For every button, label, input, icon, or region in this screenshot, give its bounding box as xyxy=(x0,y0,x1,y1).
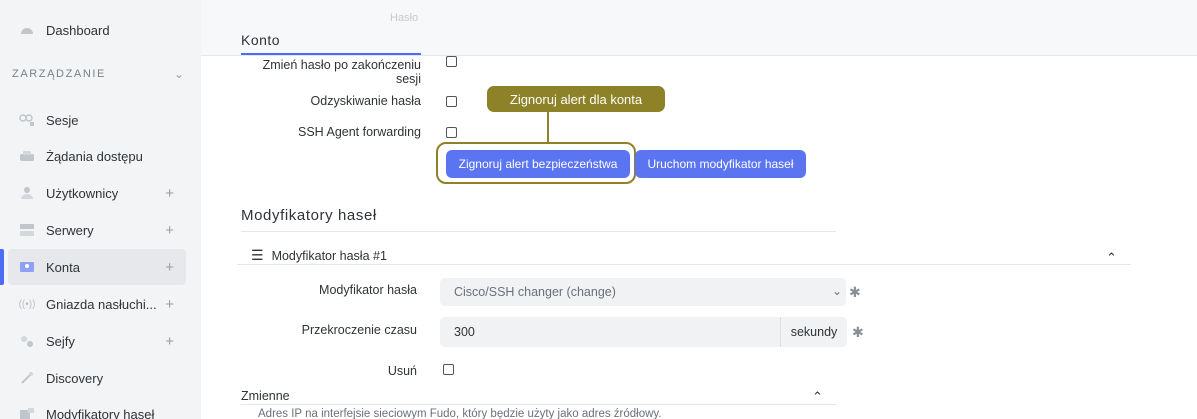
sidebar-item-label: Gniazda nasłuchi... xyxy=(46,296,157,312)
accounts-icon xyxy=(18,258,36,276)
add-icon[interactable]: + xyxy=(165,333,174,350)
sidebar-item-uzytkownicy[interactable]: Użytkownicy + xyxy=(8,175,186,211)
divider xyxy=(241,404,836,405)
timeout-unit-addon: sekundy xyxy=(780,317,847,347)
sidebar-item-sesje[interactable]: Sesje xyxy=(8,102,186,138)
delete-checkbox[interactable] xyxy=(443,364,454,375)
dashboard-icon xyxy=(18,21,36,39)
active-tab-indicator xyxy=(241,53,421,55)
divider xyxy=(241,231,836,232)
timeout-label: Przekroczenie czasu xyxy=(301,323,417,337)
delete-label: Usuń xyxy=(387,364,417,378)
required-asterisk-icon: ✱ xyxy=(849,284,861,300)
listeners-icon: ((•)) xyxy=(18,298,36,310)
sidebar-item-label: Sesje xyxy=(46,112,79,128)
sidebar-item-dashboard[interactable]: Dashboard xyxy=(8,12,186,48)
chevron-down-icon: ⌄ xyxy=(831,284,842,298)
password-recovery-label: Odzyskiwanie hasła xyxy=(310,94,421,108)
password-modifier-select[interactable]: Cisco/SSH changer (change) ⌄ xyxy=(440,278,846,306)
safes-icon xyxy=(18,332,36,350)
timeout-input[interactable]: 300 xyxy=(440,317,780,347)
add-icon[interactable]: + xyxy=(165,222,174,239)
password-modifier-label: Modyfikator hasła xyxy=(319,283,417,297)
tab-konto[interactable]: Konto xyxy=(241,32,280,48)
password-modifiers-icon xyxy=(18,405,36,419)
discovery-icon xyxy=(18,369,36,387)
modifier-item-header[interactable]: ☰ Modyfikator hasła #1 xyxy=(251,247,387,264)
sidebar-item-label: Discovery xyxy=(46,370,104,386)
sidebar-item-discovery[interactable]: Discovery xyxy=(8,360,186,396)
sidebar-item-serwery[interactable]: Serwery + xyxy=(8,212,186,248)
sidebar-item-label: Konta xyxy=(46,259,80,275)
sidebar-item-gniazda-nasluchujace[interactable]: ((•)) Gniazda nasłuchi... + xyxy=(8,286,186,322)
servers-icon xyxy=(18,221,36,239)
section-title: ZARZĄDZANIE xyxy=(12,68,106,80)
sidebar-item-label: Dashboard xyxy=(46,22,110,38)
sidebar-item-label: Sejfy xyxy=(46,333,75,349)
modifier-item-title: Modyfikator hasła #1 xyxy=(271,248,387,263)
faded-field-label: Hasło xyxy=(390,12,419,24)
ssh-agent-forwarding-checkbox[interactable] xyxy=(446,127,457,138)
section-title: Modyfikatory haseł xyxy=(241,207,377,224)
password-recovery-checkbox[interactable] xyxy=(446,96,457,107)
select-value: Cisco/SSH changer (change) xyxy=(454,285,616,299)
ssh-agent-forwarding-label: SSH Agent forwarding xyxy=(298,125,421,139)
change-password-after-session-label: Zmień hasło po zakończeniu sesji xyxy=(240,58,421,86)
variables-title[interactable]: Zmienne xyxy=(241,389,290,403)
sidebar-item-modyfikatory-hasel[interactable]: Modyfikatory haseł xyxy=(8,396,186,419)
sidebar-item-konta[interactable]: Konta + xyxy=(0,249,186,285)
callout-connector xyxy=(547,110,549,142)
ignore-security-alert-button[interactable]: Zignoruj alert bezpieczeństwa xyxy=(446,150,630,178)
add-icon[interactable]: + xyxy=(165,185,174,202)
source-address-hint: Adres IP na interfejsie sieciowym Fudo, … xyxy=(258,408,662,419)
sidebar-item-zadania-dostepu[interactable]: Żądania dostępu xyxy=(8,138,186,174)
users-icon xyxy=(18,184,36,202)
label-line: Zmień hasło po zakończeniu xyxy=(262,58,421,72)
drag-handle-icon[interactable]: ☰ xyxy=(251,247,264,264)
sidebar-item-sejfy[interactable]: Sejfy + xyxy=(8,323,186,359)
chevron-up-icon[interactable]: ⌃ xyxy=(812,389,823,405)
sidebar: Dashboard ZARZĄDZANIE ⌄ Sesje Żądania do… xyxy=(0,0,201,419)
add-icon[interactable]: + xyxy=(165,296,174,313)
required-asterisk-icon: ✱ xyxy=(852,324,864,340)
sidebar-section-header[interactable]: ZARZĄDZANIE ⌄ xyxy=(12,64,188,84)
add-icon[interactable]: + xyxy=(165,259,174,276)
sidebar-item-label: Użytkownicy xyxy=(46,185,119,201)
sidebar-item-label: Modyfikatory haseł xyxy=(46,406,155,419)
label-line: sesji xyxy=(395,72,421,86)
sessions-icon xyxy=(18,111,36,129)
sidebar-item-label: Żądania dostępu xyxy=(46,148,143,164)
change-password-after-session-checkbox[interactable] xyxy=(446,56,457,67)
divider xyxy=(237,264,1131,265)
sidebar-item-label: Serwery xyxy=(46,222,94,238)
chevron-down-icon[interactable]: ⌄ xyxy=(174,67,184,81)
top-header xyxy=(201,0,1197,56)
access-requests-icon xyxy=(18,147,36,165)
run-password-modifier-button[interactable]: Uruchom modyfikator haseł xyxy=(635,150,806,178)
callout-tooltip: Zignoruj alert dla konta xyxy=(487,86,665,112)
